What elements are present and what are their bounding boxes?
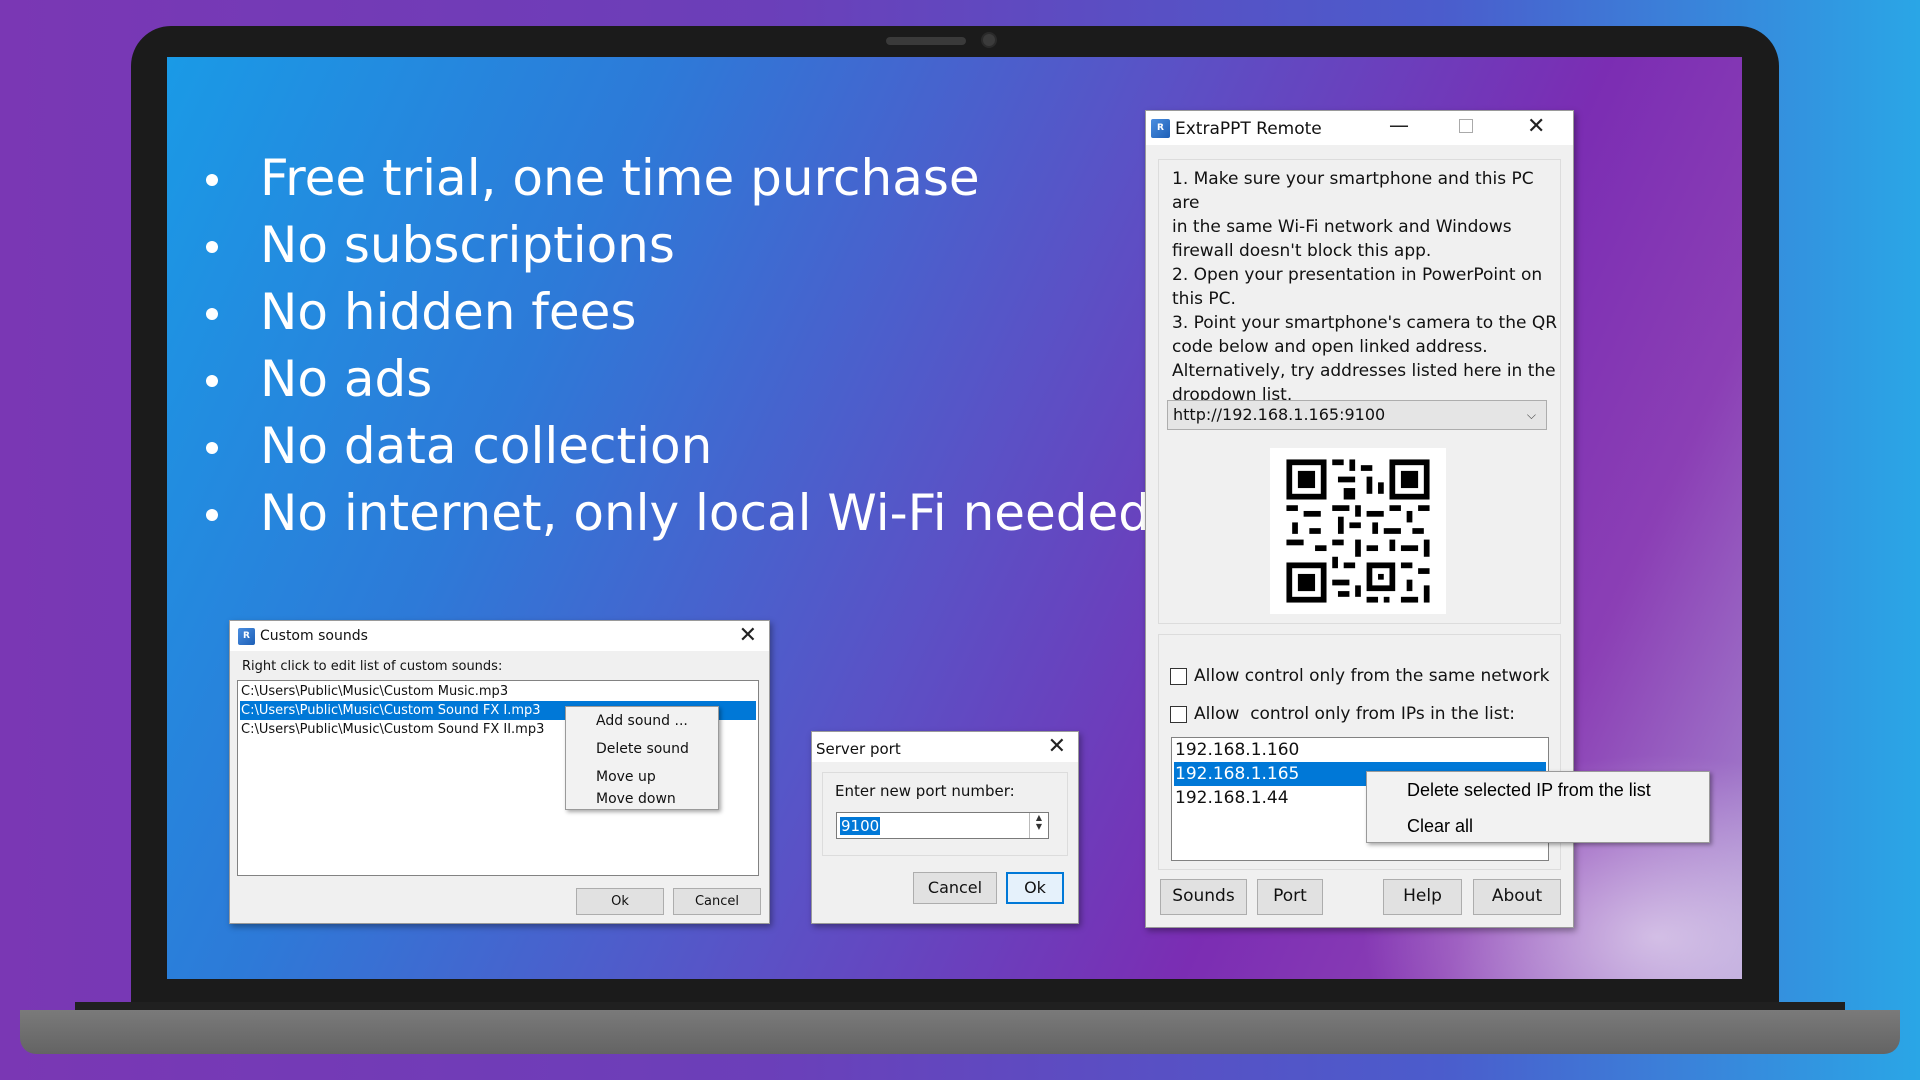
menu-item-delete-sound[interactable]: Delete sound (566, 737, 718, 761)
cancel-button[interactable]: Cancel (673, 888, 761, 915)
maximize-icon[interactable] (1459, 119, 1473, 133)
remote-titlebar[interactable]: R ExtraPPT Remote — ✕ (1146, 111, 1573, 145)
port-value[interactable]: 9100 (840, 817, 881, 835)
help-button[interactable]: Help (1383, 879, 1462, 915)
custom-sounds-dialog: R Custom sounds ✕ Right click to edit li… (229, 620, 770, 924)
bullet-dot-icon (206, 174, 218, 186)
list-item[interactable]: C:\Users\Public\Music\Custom Music.mp3 (240, 682, 756, 701)
about-button[interactable]: About (1473, 879, 1561, 915)
window-title: ExtraPPT Remote (1175, 119, 1322, 139)
feature-bullet: No subscriptions (202, 212, 1150, 279)
bullet-dot-icon (206, 442, 218, 454)
qr-code-image (1275, 448, 1441, 614)
server-port-dialog: Server port ✕ Enter new port number: 910… (811, 731, 1079, 924)
feature-bullet-list: Free trial, one time purchase No subscri… (202, 145, 1150, 547)
port-button[interactable]: Port (1257, 879, 1323, 915)
menu-item-add-sound[interactable]: Add sound ... (566, 709, 718, 733)
dialog-title: Server port (816, 740, 901, 758)
ok-button[interactable]: Ok (1006, 872, 1064, 904)
feature-bullet: No data collection (202, 413, 1150, 480)
port-number-stepper[interactable]: 9100 ▲ ▼ (836, 812, 1049, 839)
stepper-down-icon[interactable]: ▼ (1030, 822, 1048, 831)
bullet-dot-icon (206, 509, 218, 521)
port-prompt: Enter new port number: (835, 782, 1015, 800)
close-icon[interactable]: ✕ (739, 623, 757, 648)
close-icon[interactable]: ✕ (1048, 734, 1066, 759)
address-dropdown[interactable]: http://192.168.1.165:9100 ⌵ (1167, 400, 1547, 430)
app-icon: R (238, 628, 255, 645)
sounds-context-menu: Add sound ... Delete sound Move up Move … (565, 706, 719, 810)
dialog-title: Custom sounds (260, 628, 368, 644)
address-value: http://192.168.1.165:9100 (1173, 405, 1386, 424)
laptop-hinge (75, 1002, 1845, 1010)
menu-item-move-up[interactable]: Move up (566, 765, 718, 789)
instructions-text: 1. Make sure your smartphone and this PC… (1172, 169, 1558, 405)
menu-item-clear-all[interactable]: Clear all (1367, 808, 1709, 844)
feature-bullet: No ads (202, 346, 1150, 413)
chevron-down-icon[interactable]: ⌵ (1527, 401, 1536, 429)
cancel-button[interactable]: Cancel (913, 872, 997, 904)
server-port-titlebar[interactable]: Server port ✕ (812, 732, 1078, 762)
bullet-dot-icon (206, 308, 218, 320)
stepper-arrows[interactable]: ▲ ▼ (1029, 813, 1048, 838)
laptop-speaker-grille (886, 37, 966, 45)
ip-context-menu: Delete selected IP from the list Clear a… (1366, 771, 1710, 843)
laptop-base (20, 1010, 1900, 1054)
ip-list-item[interactable]: 192.168.1.160 (1174, 738, 1546, 762)
minimize-icon[interactable]: — (1389, 113, 1409, 137)
ok-button[interactable]: Ok (576, 888, 664, 915)
feature-bullet: No internet, only local Wi-Fi needed (202, 480, 1150, 547)
bullet-dot-icon (206, 375, 218, 387)
close-icon[interactable]: ✕ (1527, 114, 1545, 139)
menu-item-move-down[interactable]: Move down (566, 787, 718, 811)
allow-same-network-label: Allow control only from the same network (1194, 666, 1550, 686)
webcam-icon (981, 32, 997, 48)
sounds-button[interactable]: Sounds (1160, 879, 1247, 915)
custom-sounds-titlebar[interactable]: R Custom sounds ✕ (230, 621, 769, 651)
feature-bullet: No hidden fees (202, 279, 1150, 346)
allow-ip-list-checkbox[interactable] (1170, 706, 1187, 723)
bullet-dot-icon (206, 241, 218, 253)
allow-ip-list-label: Allow control only from IPs in the list: (1194, 704, 1515, 724)
sounds-instruction: Right click to edit list of custom sound… (242, 659, 503, 674)
allow-same-network-checkbox[interactable] (1170, 668, 1187, 685)
menu-item-delete-ip[interactable]: Delete selected IP from the list (1367, 772, 1709, 808)
app-icon: R (1151, 119, 1170, 138)
feature-bullet: Free trial, one time purchase (202, 145, 1150, 212)
qr-code (1270, 448, 1446, 614)
stepper-up-icon[interactable]: ▲ (1030, 813, 1048, 822)
